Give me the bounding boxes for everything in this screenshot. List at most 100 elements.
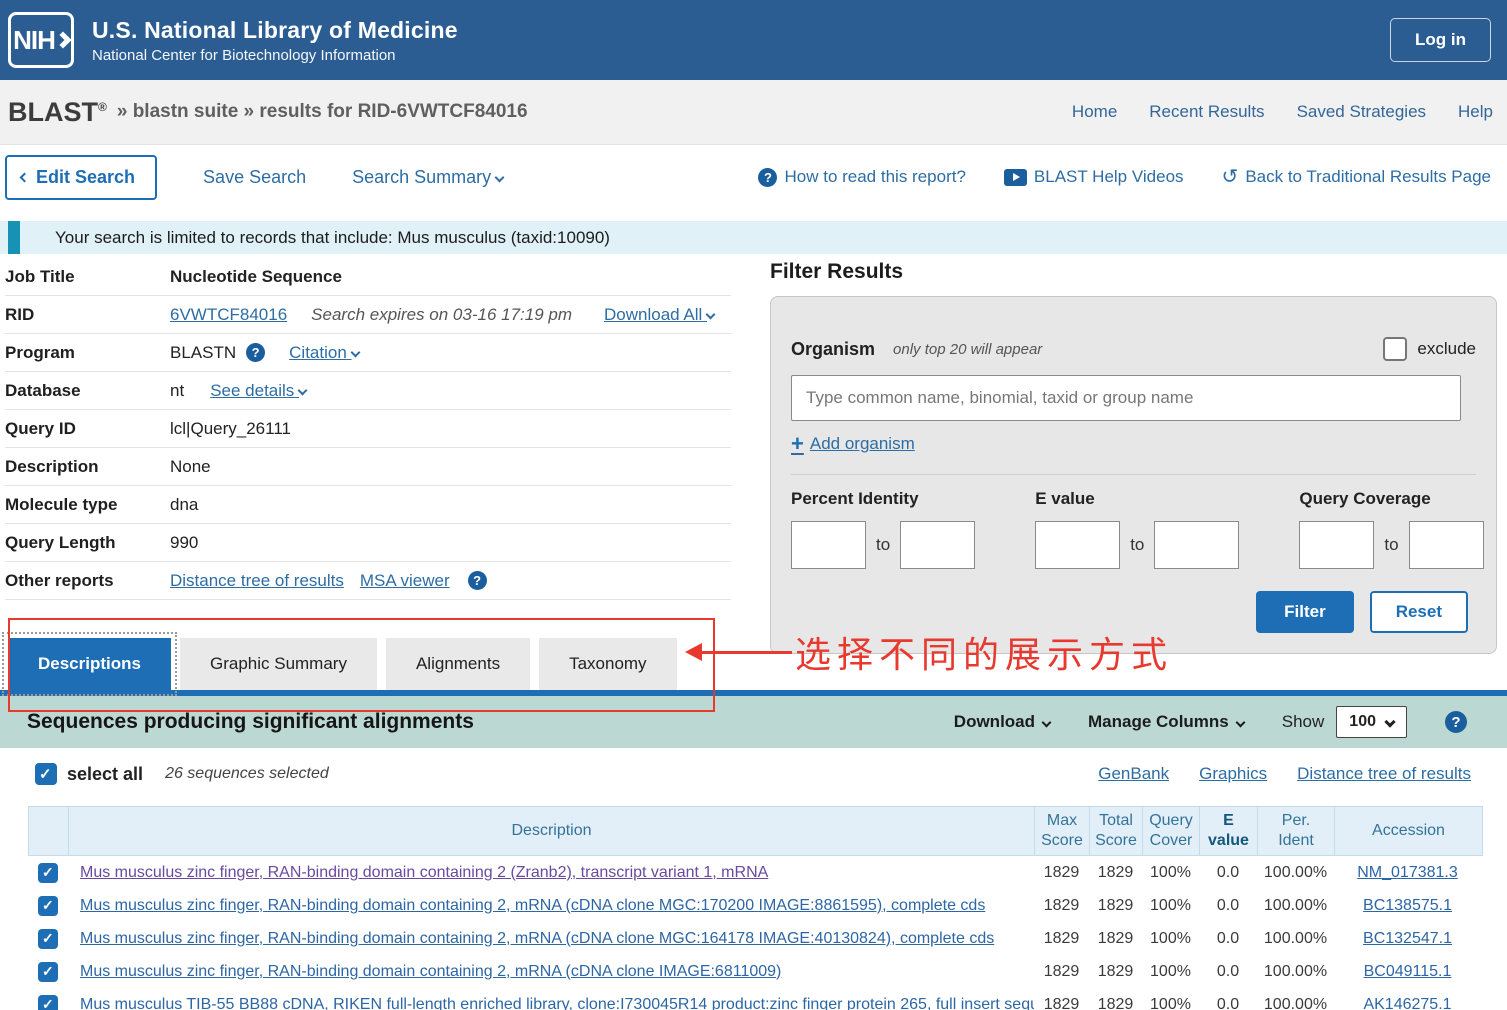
msa-viewer-link[interactable]: MSA viewer bbox=[360, 571, 450, 591]
percent-identity-max-input[interactable] bbox=[900, 521, 975, 569]
molecule-type-value: dna bbox=[170, 495, 198, 515]
tab-graphic-summary[interactable]: Graphic Summary bbox=[180, 638, 377, 690]
query-coverage-label: Query Coverage bbox=[1299, 489, 1483, 509]
add-organism-link[interactable]: +Add organism bbox=[791, 433, 915, 455]
question-circle-icon[interactable]: ? bbox=[1445, 711, 1467, 733]
max-score-value: 1829 bbox=[1034, 996, 1089, 1010]
header-accession[interactable]: Accession bbox=[1335, 807, 1482, 855]
header-total-score[interactable]: Total Score bbox=[1090, 807, 1143, 855]
row-checkbox[interactable] bbox=[38, 962, 58, 982]
description-row: Description None bbox=[5, 448, 731, 486]
exclude-checkbox[interactable] bbox=[1383, 337, 1407, 361]
select-all-checkbox[interactable] bbox=[35, 763, 57, 785]
nav-saved-strategies[interactable]: Saved Strategies bbox=[1297, 102, 1426, 122]
genbank-link[interactable]: GenBank bbox=[1098, 764, 1169, 784]
query-cover-value: 100% bbox=[1142, 996, 1199, 1010]
header-evalue[interactable]: E value bbox=[1200, 807, 1258, 855]
nav-help[interactable]: Help bbox=[1458, 102, 1493, 122]
question-circle-icon[interactable]: ? bbox=[468, 571, 487, 590]
header-description[interactable]: Description bbox=[69, 807, 1035, 855]
results-table: Description Max Score Total Score Query … bbox=[28, 806, 1483, 1010]
nav-recent-results[interactable]: Recent Results bbox=[1149, 102, 1264, 122]
to-label: to bbox=[1130, 535, 1144, 555]
max-score-value: 1829 bbox=[1034, 930, 1089, 948]
job-title-label: Job Title bbox=[5, 267, 170, 287]
tab-taxonomy[interactable]: Taxonomy bbox=[539, 638, 676, 690]
header-per-ident[interactable]: Per. Ident bbox=[1258, 807, 1335, 855]
nav-home[interactable]: Home bbox=[1072, 102, 1117, 122]
rid-link[interactable]: 6VWTCF84016 bbox=[170, 305, 287, 325]
sequence-description-link[interactable]: Mus musculus zinc finger, RAN-binding do… bbox=[80, 897, 985, 914]
nih-logo[interactable]: NIH bbox=[8, 12, 74, 68]
header-checkbox-column bbox=[29, 807, 69, 855]
database-row: Database nt See details bbox=[5, 372, 731, 410]
rid-label: RID bbox=[5, 305, 170, 325]
evalue-value: 0.0 bbox=[1199, 864, 1257, 882]
accession-link[interactable]: BC138575.1 bbox=[1363, 897, 1452, 914]
accession-link[interactable]: NM_017381.3 bbox=[1357, 864, 1458, 881]
blast-brand[interactable]: BLAST® bbox=[8, 97, 107, 128]
per-ident-value: 100.00% bbox=[1257, 996, 1334, 1010]
how-to-read-link[interactable]: ?How to read this report? bbox=[758, 167, 965, 187]
query-cover-value: 100% bbox=[1142, 963, 1199, 981]
chevron-down-icon bbox=[495, 172, 505, 182]
query-coverage-max-input[interactable] bbox=[1409, 521, 1484, 569]
evalue-min-input[interactable] bbox=[1035, 521, 1120, 569]
manage-columns-menu[interactable]: Manage Columns bbox=[1088, 712, 1244, 732]
evalue-label: E value bbox=[1035, 489, 1239, 509]
chevron-down-icon bbox=[1235, 717, 1245, 727]
see-details-link[interactable]: See details bbox=[210, 381, 306, 401]
reset-button[interactable]: Reset bbox=[1370, 591, 1468, 633]
query-cover-value: 100% bbox=[1142, 864, 1199, 882]
distance-tree-link[interactable]: Distance tree of results bbox=[170, 571, 344, 591]
query-length-row: Query Length 990 bbox=[5, 524, 731, 562]
query-cover-value: 100% bbox=[1142, 897, 1199, 915]
tab-descriptions[interactable]: Descriptions bbox=[8, 638, 171, 690]
query-id-value: lcl|Query_26111 bbox=[170, 419, 291, 439]
accession-link[interactable]: BC049115.1 bbox=[1364, 963, 1452, 980]
filter-button[interactable]: Filter bbox=[1256, 591, 1354, 633]
percent-identity-min-input[interactable] bbox=[791, 521, 866, 569]
download-all-link[interactable]: Download All bbox=[604, 305, 714, 325]
question-circle-icon[interactable]: ? bbox=[246, 343, 265, 362]
header-max-score[interactable]: Max Score bbox=[1035, 807, 1090, 855]
database-value: nt bbox=[170, 381, 184, 401]
graphics-link[interactable]: Graphics bbox=[1199, 764, 1267, 784]
sequence-description-link[interactable]: Mus musculus zinc finger, RAN-binding do… bbox=[80, 864, 768, 881]
organism-input[interactable] bbox=[791, 375, 1461, 421]
accession-link[interactable]: AK146275.1 bbox=[1363, 996, 1451, 1010]
video-play-icon bbox=[1004, 169, 1027, 186]
row-checkbox[interactable] bbox=[38, 896, 58, 916]
description-value: None bbox=[170, 457, 211, 477]
back-traditional-link[interactable]: ↺Back to Traditional Results Page bbox=[1222, 167, 1491, 187]
row-checkbox[interactable] bbox=[38, 995, 58, 1010]
action-right: ?How to read this report? BLAST Help Vid… bbox=[758, 167, 1507, 187]
chevron-down-icon bbox=[706, 309, 716, 319]
download-menu[interactable]: Download bbox=[954, 712, 1050, 732]
help-videos-link[interactable]: BLAST Help Videos bbox=[1004, 167, 1184, 187]
citation-link[interactable]: Citation bbox=[289, 343, 358, 363]
accession-link[interactable]: BC132547.1 bbox=[1363, 930, 1452, 947]
sequence-description-link[interactable]: Mus musculus zinc finger, RAN-binding do… bbox=[80, 963, 781, 980]
save-search-link[interactable]: Save Search bbox=[203, 167, 306, 188]
distance-tree-results-link[interactable]: Distance tree of results bbox=[1297, 764, 1471, 784]
tab-alignments[interactable]: Alignments bbox=[386, 638, 530, 690]
search-limit-notice: Your search is limited to records that i… bbox=[0, 221, 1507, 254]
total-score-value: 1829 bbox=[1089, 897, 1142, 915]
question-circle-icon: ? bbox=[758, 168, 777, 187]
edit-search-button[interactable]: Edit Search bbox=[5, 155, 157, 200]
show-count-select[interactable]: 100 bbox=[1336, 706, 1407, 738]
search-summary-link[interactable]: Search Summary bbox=[352, 167, 503, 188]
row-checkbox[interactable] bbox=[38, 929, 58, 949]
filter-results-panel: Filter Results Organism only top 20 will… bbox=[770, 254, 1497, 654]
query-coverage-min-input[interactable] bbox=[1299, 521, 1374, 569]
organism-hint: only top 20 will appear bbox=[893, 341, 1042, 358]
evalue-max-input[interactable] bbox=[1154, 521, 1239, 569]
header-query-cover[interactable]: Query Cover bbox=[1143, 807, 1200, 855]
chevron-down-icon bbox=[350, 347, 360, 357]
row-checkbox[interactable] bbox=[38, 863, 58, 883]
table-row: Mus musculus zinc finger, RAN-binding do… bbox=[28, 889, 1483, 922]
sequence-description-link[interactable]: Mus musculus zinc finger, RAN-binding do… bbox=[80, 930, 994, 947]
sequence-description-link[interactable]: Mus musculus TIB-55 BB88 cDNA, RIKEN ful… bbox=[80, 996, 1034, 1010]
login-button[interactable]: Log in bbox=[1390, 18, 1491, 62]
